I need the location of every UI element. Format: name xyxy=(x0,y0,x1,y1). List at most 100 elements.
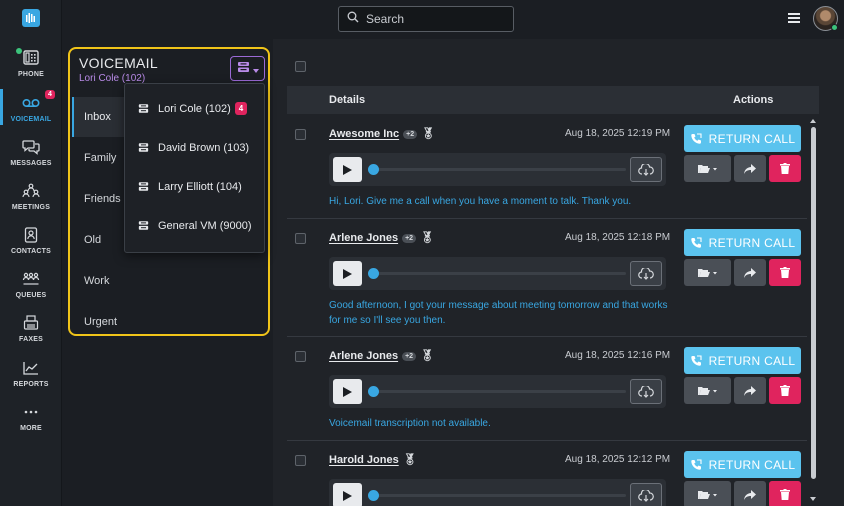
play-button[interactable] xyxy=(333,483,362,506)
mailbox-option-lori-cole[interactable]: Lori Cole (102) 4 xyxy=(125,89,264,128)
cloud-download-icon xyxy=(638,489,654,502)
caller-name[interactable]: Arlene Jones +2 🏅︎ xyxy=(329,349,434,362)
row-checkbox[interactable] xyxy=(295,129,306,140)
transcription-text: Voicemail transcription not available. xyxy=(329,418,491,429)
play-icon xyxy=(343,490,352,501)
nav-more[interactable]: MORE xyxy=(0,400,62,444)
download-button[interactable] xyxy=(630,157,662,182)
mailbox-dropdown: Lori Cole (102) 4 David Brown (103) Larr… xyxy=(124,83,265,253)
inbox-tray-icon xyxy=(138,182,149,191)
forward-button[interactable] xyxy=(734,481,766,506)
move-folder-button[interactable] xyxy=(684,259,731,286)
transcription-text: Good afternoon, I got your message about… xyxy=(329,300,668,326)
caller-name[interactable]: Arlene Jones +2 🏅︎ xyxy=(329,231,434,244)
download-button[interactable] xyxy=(630,379,662,404)
voicemail-date: Aug 18, 2025 12:18 PM xyxy=(565,232,671,243)
audio-progress-track[interactable] xyxy=(371,168,626,171)
mailbox-select-button[interactable] xyxy=(230,56,265,81)
cloud-download-icon xyxy=(638,385,654,398)
return-call-button[interactable]: RETURN CALL xyxy=(684,451,801,478)
folder-family[interactable]: Family xyxy=(72,138,128,178)
queues-icon xyxy=(20,269,42,289)
nav-meetings[interactable]: MEETINGS xyxy=(0,179,62,223)
delete-button[interactable] xyxy=(769,377,801,404)
return-call-button[interactable]: RETURN CALL xyxy=(684,229,801,256)
download-button[interactable] xyxy=(630,261,662,286)
caller-name[interactable]: Harold Jones 🏅︎ xyxy=(329,453,417,466)
delete-button[interactable] xyxy=(769,259,801,286)
avatar-online-dot xyxy=(831,24,838,31)
audio-progress-knob[interactable] xyxy=(368,490,379,501)
table-header: Details Actions xyxy=(287,86,819,114)
trash-icon xyxy=(780,489,790,500)
move-folder-button[interactable] xyxy=(684,481,731,506)
messages-icon xyxy=(20,137,42,157)
move-folder-button[interactable] xyxy=(684,155,731,182)
play-icon xyxy=(343,164,352,175)
chevron-down-icon xyxy=(252,60,259,78)
nav-queues[interactable]: QUEUES xyxy=(0,267,62,311)
play-button[interactable] xyxy=(333,157,362,182)
search-input[interactable]: Search xyxy=(338,6,514,32)
table-row: Arlene Jones +2 🏅︎ Aug 18, 2025 12:16 PM V… xyxy=(287,337,807,441)
play-button[interactable] xyxy=(333,379,362,404)
audio-progress-knob[interactable] xyxy=(368,386,379,397)
return-call-icon xyxy=(690,458,702,470)
nav-reports-label: REPORTS xyxy=(13,381,49,388)
table-row: Arlene Jones +2 🏅︎ Aug 18, 2025 12:18 PM G… xyxy=(287,219,807,337)
user-avatar[interactable] xyxy=(813,6,838,31)
folder-inbox[interactable]: Inbox xyxy=(72,97,128,137)
extra-recipients-badge: +2 xyxy=(402,234,417,243)
row-checkbox[interactable] xyxy=(295,455,306,466)
voicemail-date: Aug 18, 2025 12:19 PM xyxy=(565,128,671,139)
scroll-up-arrow[interactable] xyxy=(810,119,816,123)
nav-contacts[interactable]: CONTACTS xyxy=(0,223,62,267)
mailbox-option-larry-elliott[interactable]: Larry Elliott (104) xyxy=(125,167,264,206)
select-all-checkbox[interactable] xyxy=(295,61,306,72)
audio-progress-track[interactable] xyxy=(371,390,626,393)
scroll-down-arrow[interactable] xyxy=(810,497,816,501)
trash-icon xyxy=(780,385,790,396)
audio-progress-knob[interactable] xyxy=(368,164,379,175)
menu-icon[interactable] xyxy=(788,13,800,23)
forward-button[interactable] xyxy=(734,377,766,404)
nav-voicemail[interactable]: 4 VOICEMAIL xyxy=(0,89,62,135)
return-call-icon xyxy=(690,132,702,144)
mailbox-option-general-vm[interactable]: General VM (9000) xyxy=(125,206,264,245)
nav-reports[interactable]: REPORTS xyxy=(0,356,62,400)
nav-messages-label: MESSAGES xyxy=(10,160,52,167)
medal-icon: 🏅︎ xyxy=(402,454,417,466)
table-row: Awesome Inc +2 🏅︎ Aug 18, 2025 12:19 PM Hi… xyxy=(287,115,807,219)
return-call-button[interactable]: RETURN CALL xyxy=(684,347,801,374)
delete-button[interactable] xyxy=(769,155,801,182)
app-logo-icon[interactable] xyxy=(22,9,40,27)
cloud-download-icon xyxy=(638,267,654,280)
caller-name[interactable]: Awesome Inc +2 🏅︎ xyxy=(329,127,435,140)
download-button[interactable] xyxy=(630,483,662,506)
audio-progress-track[interactable] xyxy=(371,272,626,275)
forward-button[interactable] xyxy=(734,155,766,182)
folder-urgent[interactable]: Urgent xyxy=(72,302,128,342)
nav-phone[interactable]: PHONE xyxy=(0,46,62,90)
folder-old[interactable]: Old xyxy=(72,220,128,260)
folder-work[interactable]: Work xyxy=(72,261,128,301)
mailbox-option-david-brown[interactable]: David Brown (103) xyxy=(125,128,264,167)
audio-player xyxy=(329,479,666,506)
forward-button[interactable] xyxy=(734,259,766,286)
row-checkbox[interactable] xyxy=(295,351,306,362)
delete-button[interactable] xyxy=(769,481,801,506)
return-call-button[interactable]: RETURN CALL xyxy=(684,125,801,152)
play-icon xyxy=(343,268,352,279)
folder-friends[interactable]: Friends xyxy=(72,179,128,219)
play-button[interactable] xyxy=(333,261,362,286)
audio-progress-track[interactable] xyxy=(371,494,626,497)
row-checkbox[interactable] xyxy=(295,233,306,244)
nav-faxes[interactable]: FAXES xyxy=(0,311,62,355)
folder-open-icon xyxy=(697,164,717,173)
move-folder-button[interactable] xyxy=(684,377,731,404)
extra-recipients-badge: +2 xyxy=(403,130,418,139)
scrollbar-thumb[interactable] xyxy=(811,127,816,479)
audio-progress-knob[interactable] xyxy=(368,268,379,279)
scrollbar[interactable] xyxy=(810,117,817,506)
nav-messages[interactable]: MESSAGES xyxy=(0,135,62,179)
